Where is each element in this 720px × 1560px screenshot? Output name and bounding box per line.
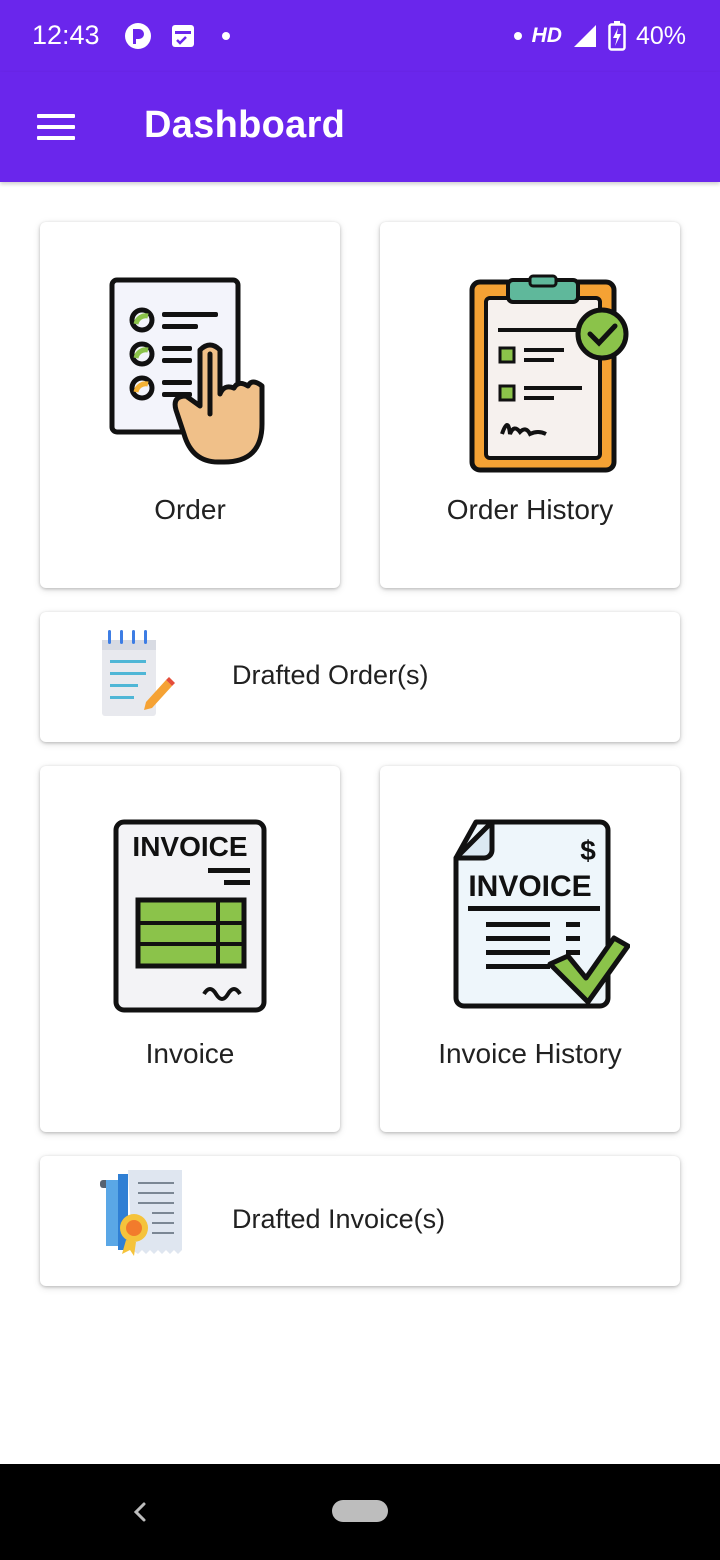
notification-dot-icon	[222, 32, 230, 40]
status-dot-icon	[513, 32, 522, 40]
back-icon[interactable]	[122, 1492, 158, 1532]
order-history-card[interactable]: Order History	[380, 222, 680, 588]
page-title: Dashboard	[144, 104, 346, 146]
order-history-label: Order History	[446, 494, 614, 525]
invoice-history-label: Invoice History	[438, 1038, 622, 1069]
network-type: HD	[531, 24, 562, 47]
order-checklist-touch-icon	[109, 277, 265, 465]
invoice-check-icon: $ INVOICE	[453, 819, 630, 1009]
clipboard-check-icon	[469, 274, 629, 473]
invoice-dollar-text: $	[580, 835, 596, 866]
drafted-orders-card[interactable]: Drafted Order(s)	[40, 612, 680, 742]
invoice-icon: INVOICE	[113, 819, 267, 1013]
battery-level: 40%	[635, 21, 686, 50]
drafted-invoices-card[interactable]: Drafted Invoice(s)	[40, 1156, 680, 1286]
drafted-orders-label: Drafted Order(s)	[232, 660, 429, 690]
notification-icons	[125, 23, 230, 49]
drafted-invoices-label: Drafted Invoice(s)	[232, 1204, 446, 1234]
system-nav-bar	[0, 1464, 720, 1560]
status-right: HD 40%	[513, 18, 686, 54]
hamburger-menu-icon[interactable]	[26, 102, 86, 152]
status-bar: 12:43 HD 40%	[0, 0, 720, 72]
order-label: Order	[154, 494, 226, 525]
signal-icon	[573, 25, 596, 47]
invoice-history-icon-text: INVOICE	[468, 870, 591, 903]
battery-charging-icon	[608, 21, 626, 51]
home-pill-button[interactable]	[332, 1500, 388, 1522]
certificate-scroll-icon	[100, 1170, 182, 1256]
calendar-notification-icon	[172, 25, 194, 47]
app-notification-icon	[125, 23, 151, 49]
status-time: 12:43	[32, 20, 100, 50]
invoice-history-card[interactable]: $ INVOICE Invoice History	[380, 766, 680, 1132]
notepad-pencil-icon	[102, 630, 175, 716]
invoice-label: Invoice	[145, 1038, 235, 1069]
app-bar: Dashboard	[0, 72, 720, 182]
invoice-icon-text: INVOICE	[132, 831, 247, 862]
invoice-card[interactable]: INVOICE Invoice	[40, 766, 340, 1132]
order-card[interactable]: Order	[40, 222, 340, 588]
